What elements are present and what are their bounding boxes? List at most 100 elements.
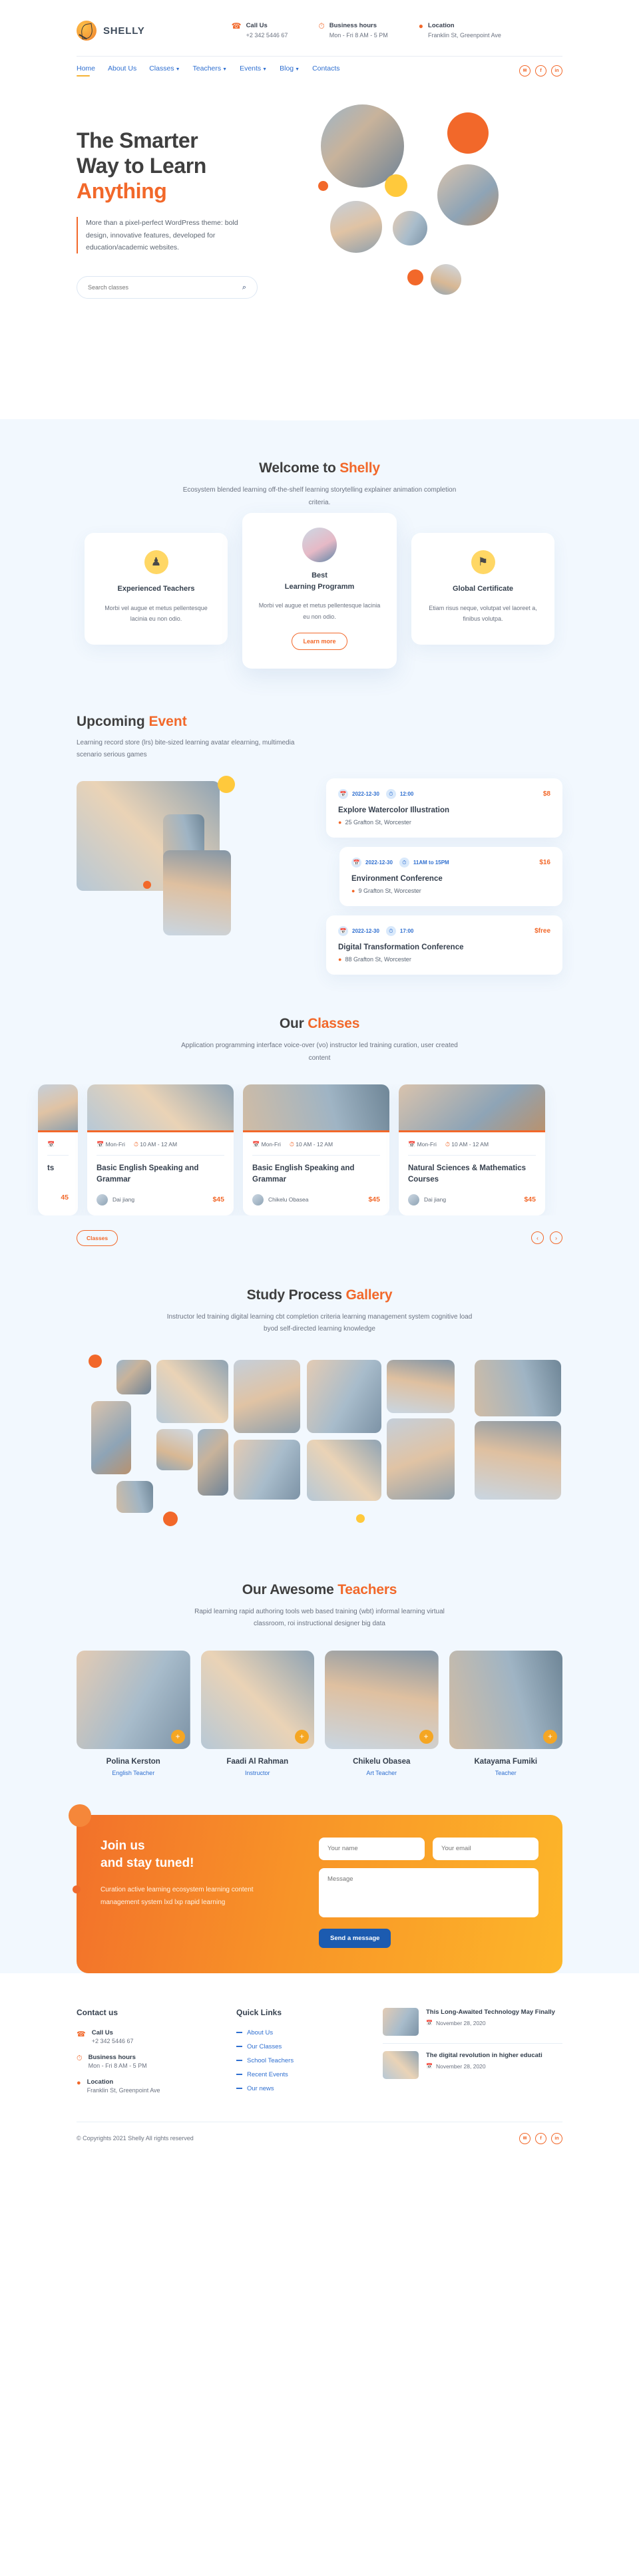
plus-icon[interactable]: + [543,1729,557,1744]
footer-news-column: This Long-Awaited Technology May Finally… [383,2007,562,2103]
gallery-photo-9[interactable] [198,1428,228,1496]
search-icon[interactable]: ⌕ [242,283,246,292]
gallery-photo-13[interactable] [475,1420,561,1500]
twitter-icon[interactable]: ✉ [519,65,531,77]
gallery-heading: Study Process Gallery Instructor led tra… [77,1287,562,1336]
classes-carousel[interactable]: 📅 ts 45 📅 Mon-Fri ⏱ 10 AM - 12 AM Basic … [0,1084,639,1215]
page-title: The Smarter Way to Learn Anything [77,128,296,204]
chevron-left-icon[interactable]: ‹ [531,1231,544,1245]
plus-icon[interactable]: + [170,1729,185,1744]
gallery-photo-7[interactable] [91,1400,131,1474]
brand-logo[interactable]: SHELLY [77,21,145,41]
nav-item-events[interactable]: Events ▼ [240,65,267,77]
plus-icon[interactable]: + [295,1729,309,1744]
classes-filter-button[interactable]: Classes [77,1229,118,1246]
teacher-name: Chikelu Obasea [353,1757,411,1766]
footer-bottom-bar: © Copyrights 2021 Shelly All rights rese… [77,2121,562,2164]
message-field[interactable] [319,1867,538,1917]
footer-link-our-classes[interactable]: Our Classes [236,2043,356,2050]
facebook-icon[interactable]: f [535,2132,546,2144]
page-root: SHELLY ☎ Call Us +2 342 5446 67 ⏱ Busine… [0,0,639,2164]
card-text: Etiam risus neque, volutpat vel laoreet … [429,604,537,623]
teacher-card[interactable]: + Faadi Al Rahman Instructor [200,1650,314,1776]
class-card[interactable]: 📅 Mon-Fri ⏱ 10 AM - 12 AM Basic English … [87,1084,234,1215]
copyright-text: © Copyrights 2021 Shelly All rights rese… [77,2135,194,2142]
chevron-right-icon[interactable]: › [550,1231,562,1245]
gallery-photo-4[interactable] [307,1359,381,1433]
plus-icon[interactable]: + [419,1729,433,1744]
teacher-name: Faadi Al Rahman [226,1757,289,1766]
hero-copy: The Smarter Way to Learn Anything More t… [77,110,296,299]
hero-search[interactable]: ⌕ [77,276,258,299]
dash-icon [236,2060,242,2061]
facebook-icon[interactable]: f [535,65,546,77]
welcome-card-experienced-teachers[interactable]: ♟ Experienced Teachers Morbi vel augue e… [85,533,228,645]
footer-contact-call: ☎ Call Us +2 342 5446 67 [77,2028,134,2044]
class-card[interactable]: 📅 Mon-Fri ⏱ 10 AM - 12 AM Natural Scienc… [399,1084,545,1215]
teacher-card[interactable]: + Katayama Fumiki Teacher [449,1650,562,1776]
calendar-icon: 📅 [252,1141,260,1148]
gallery-photo-10[interactable] [234,1439,300,1500]
gallery-photo-12[interactable] [387,1418,455,1500]
avatar [252,1194,264,1206]
teacher-card[interactable]: + Chikelu Obasea Art Teacher [325,1650,439,1776]
send-message-button[interactable]: Send a message [319,1928,391,1948]
gallery-photo-2[interactable] [156,1359,228,1423]
footer-post[interactable]: The digital revolution in higher educati… [383,2042,562,2086]
gallery-photo-3[interactable] [234,1359,300,1433]
nav-item-classes[interactable]: Classes ▼ [149,65,180,77]
avatar [408,1194,419,1206]
nav-item-home[interactable]: Home [77,65,95,77]
section-title: Study Process Gallery [246,1287,393,1303]
teacher-card[interactable]: + Polina Kerston English Teacher [77,1650,190,1776]
events-body: 📅 2022-12-30 ⏱ 12:00 $8 Explore Watercol… [77,776,562,975]
event-meta: 📅 2022-12-30 ⏱ 11AM to 15PM $16 [351,858,550,868]
learn-more-button[interactable]: Learn more [292,633,347,651]
divider [252,1155,380,1156]
footer-link-about-us[interactable]: About Us [236,2029,356,2036]
name-field[interactable] [319,1837,425,1860]
gallery-photo-8[interactable] [156,1428,193,1470]
event-card[interactable]: 📅 2022-12-30 ⏱ 12:00 $8 Explore Watercol… [326,778,562,838]
gallery-photo-1[interactable] [116,1359,151,1394]
footer-post[interactable]: This Long-Awaited Technology May Finally… [383,2007,562,2043]
gallery-photo-14[interactable] [116,1480,153,1513]
gallery-photo-6[interactable] [475,1359,561,1416]
nav-item-blog[interactable]: Blog ▼ [280,65,300,77]
class-card[interactable]: 📅 Mon-Fri ⏱ 10 AM - 12 AM Basic English … [243,1084,389,1215]
chevron-down-icon: ▼ [295,67,300,72]
email-field[interactable] [433,1837,538,1860]
nav-item-teachers[interactable]: Teachers ▼ [193,65,228,77]
welcome-card-global-certificate[interactable]: ⚑ Global Certificate Etiam risus neque, … [411,533,554,645]
location-pin-icon: ● [418,21,424,31]
calendar-icon: 📅 [408,1141,416,1148]
welcome-card-best-learning-programm[interactable]: Best Learning Programm Morbi vel augue e… [242,513,397,669]
linkedin-icon[interactable]: in [551,2132,562,2144]
event-card[interactable]: 📅 2022-12-30 ⏱ 11AM to 15PM $16 Environm… [339,847,562,907]
class-body: 📅 ts 45 [38,1132,78,1211]
footer-link-school-teachers[interactable]: School Teachers [236,2057,356,2064]
teacher-photo: + [200,1650,314,1749]
class-title: Basic English Speaking and Grammar [97,1164,199,1184]
event-card[interactable]: 📅 2022-12-30 ⏱ 17:00 $free Digital Trans… [326,915,562,975]
linkedin-icon[interactable]: in [551,65,562,77]
search-input[interactable] [88,284,242,291]
section-description: Ecosystem blended learning off-the-shelf… [182,486,457,506]
class-meta: 📅 Mon-Fri ⏱ 10 AM - 12 AM [252,1141,333,1148]
calendar-icon: 📅 [426,2020,433,2026]
cta-description: Curation active learning ecosystem learn… [101,1885,254,1906]
nav-item-contacts[interactable]: Contacts [312,65,339,77]
decor-circle-orange-3 [407,269,423,285]
footer-link-recent-events[interactable]: Recent Events [236,2071,356,2078]
twitter-icon[interactable]: ✉ [519,2132,531,2144]
calendar-icon: 📅 [426,2063,433,2070]
footer-link-our-news[interactable]: Our news [236,2085,356,2092]
event-photo-3 [163,850,231,936]
decor-circle-yellow-1 [385,174,407,197]
nav-item-about-us[interactable]: About Us [108,65,136,77]
section-title: Our Awesome Teachers [242,1581,397,1597]
gallery-photo-11[interactable] [307,1439,381,1501]
class-card-partial[interactable]: 📅 ts 45 [38,1084,78,1215]
gallery-photo-5[interactable] [387,1359,455,1413]
event-title: Environment Conference [351,875,443,884]
